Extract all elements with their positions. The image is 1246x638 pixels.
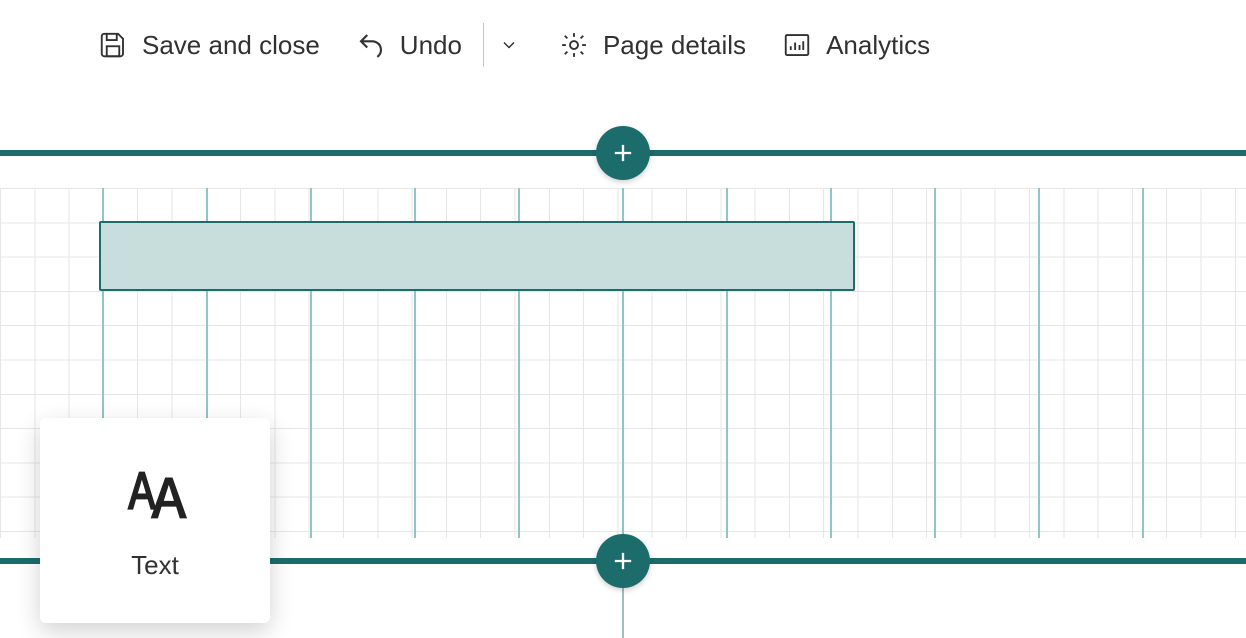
chevron-down-icon — [499, 35, 519, 55]
undo-dropdown-button[interactable] — [487, 29, 531, 61]
text-icon — [120, 460, 190, 530]
center-guide-line — [622, 588, 624, 638]
analytics-button[interactable]: Analytics — [764, 24, 948, 67]
page-details-label: Page details — [603, 30, 746, 61]
toolbar-separator — [483, 23, 484, 67]
save-icon — [98, 30, 128, 60]
save-and-close-button[interactable]: Save and close — [80, 24, 338, 67]
undo-button[interactable]: Undo — [338, 24, 480, 67]
analytics-icon — [782, 30, 812, 60]
analytics-label: Analytics — [826, 30, 930, 61]
editor-toolbar: Save and close Undo Page details — [0, 0, 1246, 90]
undo-label: Undo — [400, 30, 462, 61]
webpart-drop-target[interactable] — [99, 221, 855, 291]
gear-icon — [559, 30, 589, 60]
text-webpart-card[interactable]: Text — [40, 418, 270, 623]
add-section-bottom-button[interactable] — [596, 534, 650, 588]
text-webpart-label: Text — [131, 550, 179, 581]
page-details-button[interactable]: Page details — [541, 24, 764, 67]
save-label: Save and close — [142, 30, 320, 61]
undo-icon — [356, 30, 386, 60]
page-canvas: Text — [0, 150, 1246, 600]
add-section-top-button[interactable] — [596, 126, 650, 180]
